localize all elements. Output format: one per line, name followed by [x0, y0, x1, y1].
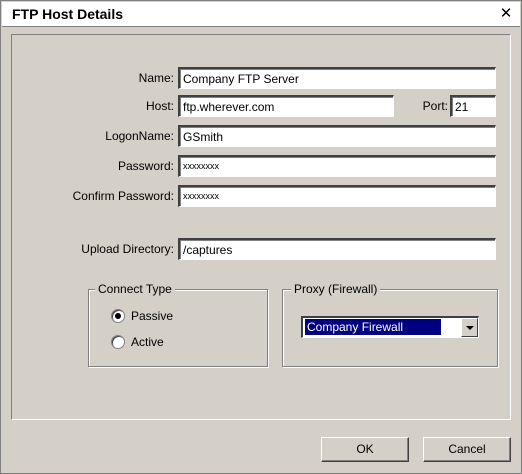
active-label: Active: [131, 334, 164, 349]
logon-name-field[interactable]: [178, 125, 496, 147]
name-label: Name:: [138, 71, 174, 85]
ok-button[interactable]: OK: [321, 437, 409, 462]
active-radio-option[interactable]: Active: [111, 334, 164, 349]
upload-directory-label: Upload Directory:: [81, 242, 174, 256]
title-bar[interactable]: FTP Host Details ✕: [2, 2, 520, 27]
cancel-button[interactable]: Cancel: [423, 437, 511, 462]
dropdown-button[interactable]: [461, 318, 478, 337]
confirm-password-field[interactable]: xxxxxxxx: [178, 185, 496, 207]
port-field[interactable]: [450, 95, 496, 117]
connect-type-legend: Connect Type: [95, 282, 175, 296]
host-details-panel: Name: Host: Port: LogonName: Password: x…: [11, 34, 511, 420]
close-icon[interactable]: ✕: [498, 6, 514, 22]
host-label: Host:: [145, 99, 174, 113]
port-label: Port:: [422, 99, 448, 113]
connect-type-group: Connect Type Passive Active: [88, 282, 268, 367]
proxy-select[interactable]: Company Firewall: [301, 316, 479, 338]
confirm-password-label: Confirm Password:: [72, 189, 174, 203]
chevron-down-icon: [466, 326, 474, 330]
active-radio[interactable]: [111, 334, 125, 349]
passive-radio[interactable]: [111, 308, 125, 323]
upload-directory-field[interactable]: [178, 238, 496, 260]
dialog-title: FTP Host Details: [12, 6, 123, 22]
proxy-firewall-group: Proxy (Firewall) Company Firewall: [282, 282, 498, 367]
password-label: Password:: [117, 159, 174, 173]
ftp-host-details-dialog: FTP Host Details ✕ Name: Host: Port: Log…: [0, 0, 522, 474]
host-field[interactable]: [178, 95, 394, 117]
passive-radio-option[interactable]: Passive: [111, 308, 173, 323]
proxy-selected-value: Company Firewall: [305, 319, 441, 335]
name-field[interactable]: [178, 67, 496, 89]
logon-name-label: LogonName:: [105, 129, 174, 143]
radio-selected-dot: [115, 312, 121, 319]
proxy-firewall-legend: Proxy (Firewall): [291, 282, 381, 296]
passive-label: Passive: [131, 308, 174, 323]
password-field[interactable]: xxxxxxxx: [178, 155, 496, 177]
